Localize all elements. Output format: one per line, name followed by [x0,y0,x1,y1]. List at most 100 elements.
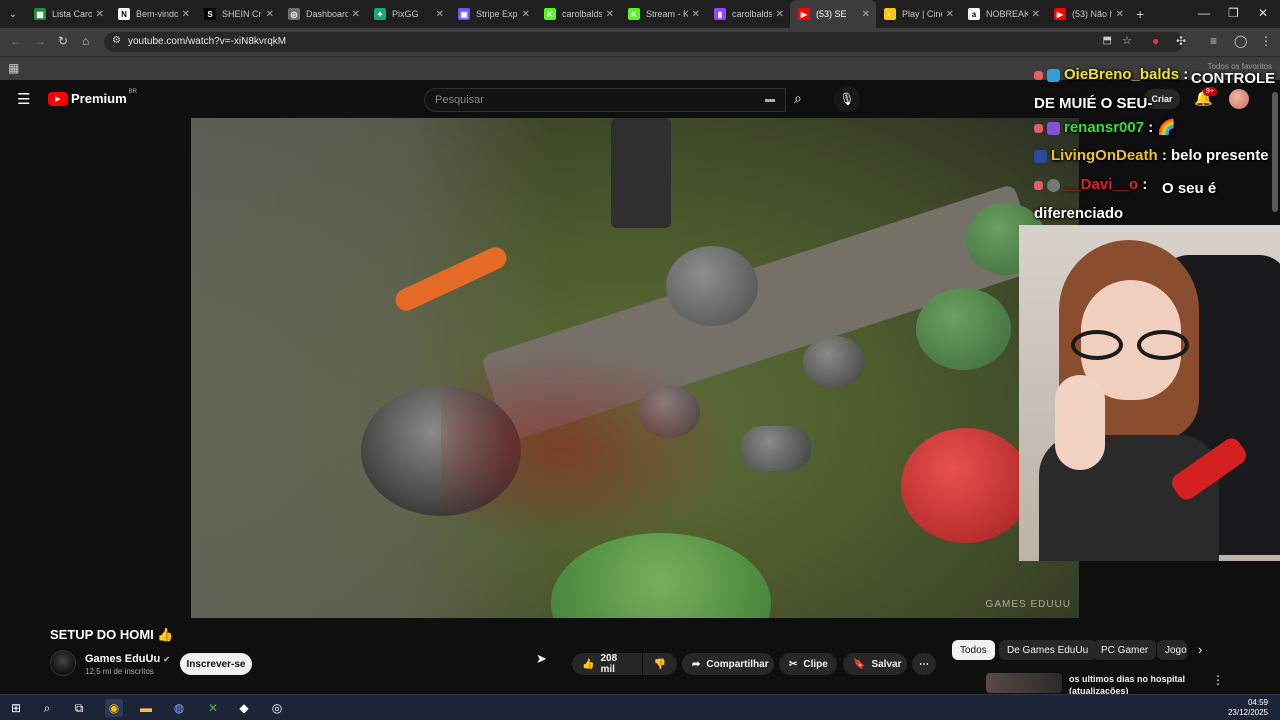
subscriber-count: 12,5 mi de inscritos [85,667,154,676]
tab-close-icon[interactable]: ✕ [96,9,104,20]
tab-close-icon[interactable]: ✕ [266,9,274,20]
browser-tab[interactable]: ▮ carolbalds ✕ [706,0,790,28]
tab-title: Stripe Exp [476,9,518,19]
tab-close-icon[interactable]: ✕ [862,9,870,20]
browser-tab[interactable]: N Bem-vindo ✕ [110,0,196,28]
apps-grid-icon[interactable]: ▦ [8,61,19,75]
browser-tab[interactable]: ▦ Lista Carol ✕ [26,0,110,28]
browser-tab[interactable]: ◎ Dashboard ✕ [280,0,366,28]
tab-close-icon[interactable]: ✕ [692,9,700,20]
like-button[interactable]: 👍 208 mil [572,653,642,675]
chip-pc-gamer[interactable]: PC Gamer [1093,640,1157,660]
tab-close-icon[interactable]: ✕ [606,9,614,20]
page-scrollbar[interactable] [1272,92,1278,212]
xbox-icon[interactable]: ✕ [204,699,222,717]
chat-text: 🌈 [1157,119,1177,136]
browser-tab[interactable]: ▶ (53) Não h ✕ [1046,0,1130,28]
face-button-red [901,428,1031,543]
install-app-icon[interactable]: ⬒ [1103,35,1112,46]
share-button[interactable]: ➦ Compartilhar [682,653,774,675]
reload-icon[interactable]: ↻ [58,34,68,48]
xbox-guide-button [666,246,758,326]
file-explorer-icon[interactable]: ▬ [137,699,155,717]
task-view-icon[interactable]: ⧉ [70,699,88,717]
tab-close-icon[interactable]: ✕ [182,9,190,20]
site-info-icon[interactable]: ⚙ [112,35,121,46]
menu-kebab-icon[interactable]: ⋮ [1260,34,1272,48]
extensions-icon[interactable]: ✣ [1176,34,1186,48]
tab-favicon-icon: ▦ [34,8,46,20]
chip-jogo[interactable]: Jogo [1157,640,1187,660]
chip-todos[interactable]: Todos [952,640,995,660]
tab-close-icon[interactable]: ✕ [436,9,444,20]
back-icon[interactable]: ← [10,34,22,48]
streamer-webcam [1019,225,1280,561]
related-more-icon[interactable]: ⋮ [1212,673,1224,687]
clip-button[interactable]: ✂ Clipe [779,653,837,675]
glasses-icon [1071,330,1191,362]
home-icon[interactable]: ⌂ [82,34,89,48]
video-player[interactable]: GAMES EDUUU [191,118,1079,618]
bookmark-star-icon[interactable]: ☆ [1122,34,1132,47]
security-shield-icon[interactable]: ◆ [235,699,253,717]
windows-start-icon[interactable]: ⊞ [7,699,25,717]
browser-tab[interactable]: S SHEIN Cre ✕ [196,0,280,28]
more-actions-button[interactable]: ⋯ [912,653,936,675]
chat-user: renansr007 [1064,119,1145,136]
close-window-icon[interactable]: ✕ [1258,6,1268,20]
tab-close-icon[interactable]: ✕ [522,9,530,20]
related-title-line1[interactable]: os ultimos dias no hospital [1069,674,1185,684]
voice-search-button[interactable]: 🎙 [834,86,860,112]
minimize-icon[interactable]: — [1198,6,1210,20]
discord-icon[interactable]: ◍ [170,699,188,717]
maximize-icon[interactable]: ❐ [1228,6,1239,20]
save-button[interactable]: 🔖 Salvar [843,653,907,675]
tab-search-icon[interactable]: ⌄ [0,9,26,20]
guide-menu-icon[interactable]: ☰ [17,90,30,108]
tab-close-icon[interactable]: ✕ [352,9,360,20]
extension-red-icon[interactable]: ● [1152,34,1159,48]
browser-tab[interactable]: K Stream - K ✕ [620,0,706,28]
tab-close-icon[interactable]: ✕ [776,9,784,20]
browser-tab[interactable]: ▣ Stripe Exp ✕ [450,0,536,28]
subscribe-button[interactable]: Inscrever-se [180,653,252,675]
related-thumbnail[interactable] [986,673,1062,693]
channel-avatar[interactable] [50,650,76,676]
tab-title: carolbalds [732,9,772,19]
verified-icon: ✔ [163,655,170,664]
tab-close-icon[interactable]: ✕ [946,9,954,20]
forward-icon[interactable]: → [34,34,46,48]
browser-tab[interactable]: ▶ (53) SE ✕ [790,0,876,28]
tab-close-icon[interactable]: ✕ [1116,9,1124,20]
browser-tab[interactable]: ◐ Play | Cine ✕ [876,0,960,28]
chat-message-4-text: O seu é diferenciado [1034,176,1274,226]
chevron-right-icon[interactable]: › [1198,642,1202,657]
profile-icon[interactable]: ◯ [1234,34,1247,48]
chip-channel[interactable]: De Games EduUu [999,640,1097,660]
channel-name[interactable]: Games EduUu ✔ [85,653,170,665]
search-taskbar-icon[interactable]: ⌕ [38,699,56,717]
keyboard-icon[interactable]: ▬ [765,94,775,105]
search-button[interactable]: ⌕ [786,88,820,112]
browser-tab[interactable]: a NOBREAK ✕ [960,0,1046,28]
media-icon[interactable]: ≡ [1210,34,1217,48]
clock-date: 23/12/2025 [1227,708,1268,717]
tab-title: SHEIN Cre [222,9,262,19]
search-input[interactable]: Pesquisar ▬ [424,88,786,112]
browser-toolbar: ← → ↻ ⌂ ⚙ youtube.com/watch?v=-xiN8kvrqk… [0,28,1280,56]
dislike-button[interactable]: 👎 [643,653,677,675]
browser-tab[interactable]: ✦ PixGG ✕ [366,0,450,28]
related-title-line2[interactable]: (atualizações) [1069,686,1129,694]
system-clock[interactable]: 04:59 23/12/2025 [1228,698,1268,718]
tab-title: Bem-vindo [136,9,178,19]
chrome-icon[interactable]: ◉ [105,699,123,717]
address-bar[interactable]: ⚙ youtube.com/watch?v=-xiN8kvrqkM ⬒ ☆ [104,32,1184,52]
controller-cable [611,118,671,228]
bookmark-icon: 🔖 [853,658,866,670]
youtube-logo[interactable]: ▶ Premium BR [48,89,137,106]
browser-tab[interactable]: Kcarolbalds ✕ [536,0,620,28]
new-tab-button[interactable]: + [1136,6,1144,22]
tab-favicon-icon: ◐ [884,8,896,20]
obs-icon[interactable]: ◎ [268,699,286,717]
tab-close-icon[interactable]: ✕ [1032,9,1040,20]
